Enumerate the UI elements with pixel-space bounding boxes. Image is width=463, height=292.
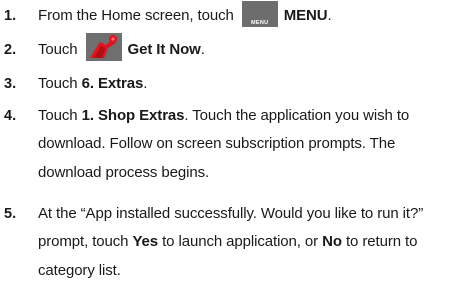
step-text-post: .	[200, 41, 205, 58]
step-text-bold-2: No	[322, 233, 342, 251]
step-text-bold: Get It Now	[127, 41, 201, 58]
step-text-mid: to launch application, or	[158, 233, 323, 251]
step-4: 4. Touch 1. Shop Extras. Touch the appli…	[0, 102, 463, 190]
step-text-pre: Touch	[38, 41, 78, 58]
instruction-steps: 1. From the Home screen, touch MENU MENU. …	[0, 0, 463, 292]
step-text: Touch 6. Extras.	[38, 70, 458, 98]
step-text-post: .	[143, 75, 148, 92]
step-text-bold: Yes	[132, 233, 159, 251]
menu-icon-caption: MENU	[251, 20, 269, 27]
step-3: 3. Touch 6. Extras.	[0, 70, 463, 100]
step-text: From the Home screen, touch MENU MENU.	[38, 1, 458, 30]
step-text-post: .	[327, 7, 332, 24]
step-5: 5. At the “App installed successfully. W…	[0, 200, 463, 290]
get-it-now-icon	[85, 33, 122, 62]
step-text: Touch 1. Shop Extras. Touch the applicat…	[38, 102, 458, 187]
menu-grid-icon: MENU	[241, 1, 278, 28]
step-text: Touch Get It Now.	[38, 33, 458, 64]
step-text: At the “App installed successfully. Woul…	[38, 200, 458, 285]
step-number: 4.	[4, 108, 17, 124]
step-2: 2. Touch Get It Now.	[0, 32, 463, 64]
step-text-pre: From the Home screen, touch	[38, 7, 234, 24]
step-text-bold: 6. Extras	[81, 75, 144, 92]
step-text-pre: Touch	[38, 75, 82, 92]
step-text-bold: MENU	[283, 7, 328, 24]
step-number: 3.	[4, 76, 17, 92]
step-1: 1. From the Home screen, touch MENU MENU.	[0, 0, 463, 32]
step-number: 2.	[4, 42, 17, 58]
step-text-bold: 1. Shop Extras	[81, 107, 185, 124]
step-number: 5.	[4, 206, 17, 222]
step-number: 1.	[4, 8, 17, 24]
step-text-pre: Touch	[38, 107, 82, 124]
